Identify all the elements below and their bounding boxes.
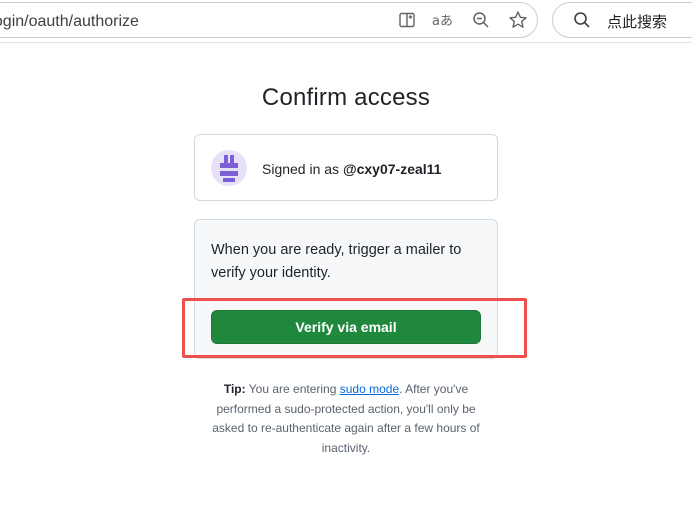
signed-in-text: Signed in as @cxy07-zeal11 [262, 161, 441, 177]
address-bar[interactable]: n/login/oauth/authorize [0, 2, 538, 38]
signed-in-prefix: Signed in as [262, 161, 340, 177]
username: @cxy07-zeal11 [342, 161, 442, 177]
avatar [211, 150, 247, 186]
verify-message: When you are ready, trigger a mailer to … [211, 242, 462, 281]
page-title: Confirm access [261, 84, 431, 111]
split-screen-icon[interactable] [396, 9, 418, 31]
tip-label: Tip: [223, 382, 246, 396]
browser-search-box[interactable]: 点此搜索 [552, 2, 692, 38]
url-text[interactable]: n/login/oauth/authorize [0, 13, 139, 31]
search-placeholder: 点此搜索 [607, 13, 668, 31]
browser-toolbar: n/login/oauth/authorize aあ [0, 0, 692, 43]
verify-via-email-button[interactable]: Verify via email [211, 310, 481, 344]
sudo-mode-tip: Tip: You are entering sudo mode. After y… [205, 380, 487, 458]
zoom-out-icon[interactable] [470, 9, 492, 31]
search-icon [571, 9, 593, 31]
tip-text-before-link: You are entering [248, 382, 337, 396]
svg-text:aあ: aあ [432, 14, 453, 29]
favorite-star-icon[interactable] [507, 9, 529, 31]
signed-in-card: Signed in as @cxy07-zeal11 [194, 134, 498, 201]
read-aloud-icon[interactable]: aあ [432, 9, 454, 31]
verify-card: When you are ready, trigger a mailer to … [194, 219, 498, 359]
sudo-mode-link[interactable]: sudo mode [340, 382, 399, 396]
